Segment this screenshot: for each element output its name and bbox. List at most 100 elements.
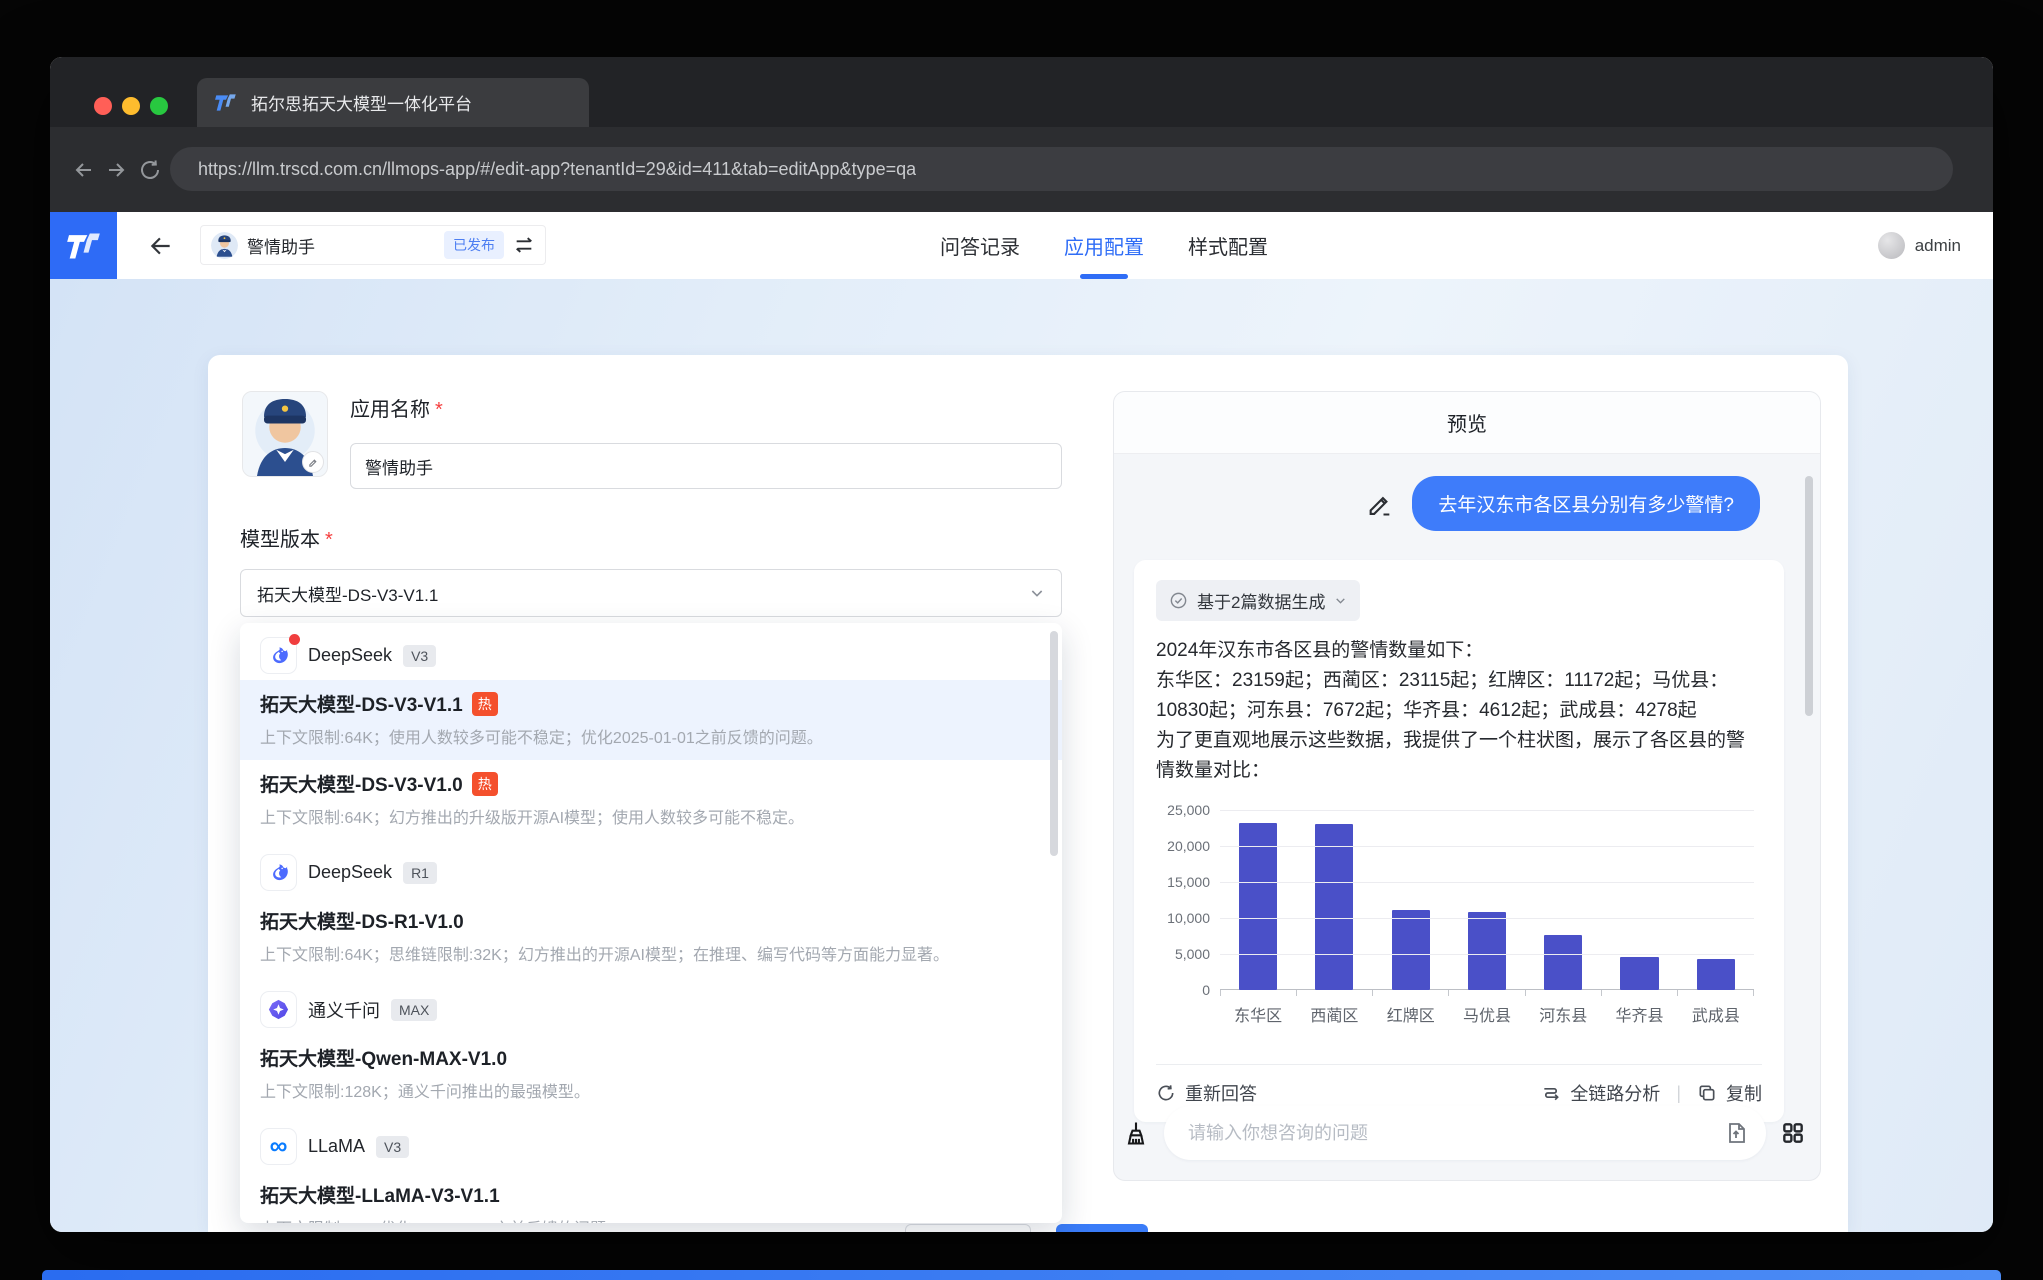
chart-gridline bbox=[1220, 954, 1754, 955]
check-circle-icon bbox=[1169, 591, 1188, 610]
chart-bar bbox=[1620, 957, 1658, 990]
model-option-desc: 上下文限制:128K；通义千问推出的最强模型。 bbox=[260, 1078, 1042, 1102]
chart-x-label: 西蔺区 bbox=[1296, 1002, 1372, 1026]
trs-logo-icon bbox=[64, 226, 104, 266]
bar-chart: 05,00010,00015,00020,00025,000 东华区西蔺区红牌区… bbox=[1156, 798, 1762, 1048]
copy-button[interactable]: 复制 bbox=[1697, 1080, 1762, 1106]
chart-x-label: 华齐县 bbox=[1601, 1002, 1677, 1026]
source-chip-label: 基于2篇数据生成 bbox=[1197, 588, 1325, 613]
dropdown-scrollbar[interactable] bbox=[1050, 631, 1058, 856]
model-provider-group: ∞LLaMAV3 bbox=[240, 1114, 1062, 1171]
provider-version-badge: V3 bbox=[403, 645, 436, 667]
deepseek-logo-icon bbox=[260, 637, 297, 674]
chart-plot-area bbox=[1220, 810, 1754, 990]
browser-tab[interactable]: 拓尔思拓天大模型一体化平台 bbox=[197, 78, 589, 127]
police-avatar-icon bbox=[211, 232, 238, 259]
user-menu[interactable]: admin bbox=[1878, 212, 1961, 279]
regenerate-button[interactable]: 重新回答 bbox=[1156, 1080, 1257, 1106]
edit-message-icon[interactable] bbox=[1366, 490, 1394, 518]
model-option-title: 拓天大模型-DS-V3-V1.0热 bbox=[260, 770, 1042, 797]
hot-badge: 热 bbox=[472, 772, 498, 796]
required-asterisk: * bbox=[325, 529, 333, 551]
chart-x-axis-labels: 东华区西蔺区红牌区马优县河东县华齐县武成县 bbox=[1220, 1002, 1754, 1026]
chart-axis-ticks bbox=[1220, 990, 1754, 996]
provider-version-badge: V3 bbox=[376, 1136, 409, 1158]
address-bar[interactable]: https://llm.trscd.com.cn/llmops-app/#/ed… bbox=[170, 147, 1953, 191]
reload-icon[interactable] bbox=[138, 158, 162, 182]
model-option[interactable]: 拓天大模型-DS-V3-V1.0热上下文限制:64K；幻方推出的升级版开源AI模… bbox=[240, 760, 1062, 840]
favicon-trs-logo bbox=[213, 90, 239, 116]
unpublish-button[interactable]: 撤销发布 bbox=[905, 1224, 1031, 1232]
answer-text: 2024年汉东市各区县的警情数量如下： 东华区：23159起；西蔺区：23115… bbox=[1156, 636, 1762, 786]
model-provider-group: 通义千问 MAX bbox=[240, 977, 1062, 1034]
required-asterisk: * bbox=[435, 399, 443, 421]
browser-tab-title: 拓尔思拓天大模型一体化平台 bbox=[251, 90, 472, 115]
chat-input[interactable] bbox=[1188, 1123, 1724, 1144]
provider-version-badge: MAX bbox=[391, 999, 437, 1021]
chat-input-pill bbox=[1164, 1106, 1766, 1160]
source-chip[interactable]: 基于2篇数据生成 bbox=[1156, 580, 1360, 621]
model-select-value: 拓天大模型-DS-V3-V1.1 bbox=[257, 581, 1029, 606]
switch-app-icon[interactable] bbox=[513, 234, 535, 256]
close-window-button[interactable] bbox=[94, 97, 112, 115]
edit-avatar-icon[interactable] bbox=[302, 451, 324, 473]
app-avatar-uploader[interactable] bbox=[242, 391, 328, 477]
app-info-pill[interactable]: 警情助手 已发布 bbox=[200, 225, 546, 265]
copy-icon bbox=[1697, 1083, 1717, 1103]
trace-analysis-button[interactable]: 全链路分析 bbox=[1541, 1080, 1660, 1106]
chevron-down-icon bbox=[1029, 585, 1045, 601]
model-option-desc: 上下文限制:64K；幻方推出的升级版开源AI模型；使用人数较多可能不稳定。 bbox=[260, 804, 1042, 828]
provider-name: DeepSeek bbox=[308, 645, 392, 666]
chart-x-label: 武成县 bbox=[1678, 1002, 1754, 1026]
status-badge: 已发布 bbox=[444, 231, 504, 259]
clear-context-icon[interactable] bbox=[1122, 1119, 1150, 1147]
model-option[interactable]: 拓天大模型-DS-R1-V1.0上下文限制:64K；思维链限制:32K；幻方推出… bbox=[240, 897, 1062, 977]
platform-logo[interactable] bbox=[50, 212, 117, 279]
chat-scrollbar[interactable] bbox=[1805, 476, 1813, 716]
chart-bar bbox=[1239, 823, 1277, 990]
model-version-label: 模型版本* bbox=[240, 523, 333, 552]
model-version-select[interactable]: 拓天大模型-DS-V3-V1.1 bbox=[240, 569, 1062, 617]
tab-qa-records[interactable]: 问答记录 bbox=[940, 212, 1020, 279]
tab-style-config[interactable]: 样式配置 bbox=[1188, 212, 1268, 279]
notification-dot bbox=[289, 634, 300, 645]
chart-gridline bbox=[1220, 882, 1754, 883]
provider-name: 通义千问 bbox=[308, 997, 380, 1023]
back-icon[interactable] bbox=[72, 158, 96, 182]
user-avatar bbox=[1878, 232, 1905, 259]
fullscreen-window-button[interactable] bbox=[150, 97, 168, 115]
minimize-window-button[interactable] bbox=[122, 97, 140, 115]
refresh-icon bbox=[1156, 1083, 1176, 1103]
app-navbar: 警情助手 已发布 问答记录 应用配置 样式配置 admin bbox=[50, 212, 1993, 279]
model-option[interactable]: 拓天大模型-LLaMA-V3-V1.1上下文限制:8K；优化2024-12-25… bbox=[240, 1171, 1062, 1223]
config-tabs: 问答记录 应用配置 样式配置 bbox=[940, 212, 1268, 279]
url-text: https://llm.trscd.com.cn/llmops-app/#/ed… bbox=[198, 159, 916, 180]
apps-grid-icon[interactable] bbox=[1780, 1120, 1806, 1146]
trace-icon bbox=[1541, 1083, 1561, 1103]
model-dropdown: DeepSeek V3 拓天大模型-DS-V3-V1.1热上下文限制:64K；使用人… bbox=[240, 623, 1062, 1223]
model-option-desc: 上下文限制:64K；使用人数较多可能不稳定；优化2025-01-01之前反馈的问… bbox=[260, 724, 1042, 748]
forward-icon[interactable] bbox=[104, 158, 128, 182]
browser-toolbar: https://llm.trscd.com.cn/llmops-app/#/ed… bbox=[50, 127, 1993, 212]
save-button[interactable]: 保 存 bbox=[1056, 1224, 1148, 1232]
model-option-title: 拓天大模型-LLaMA-V3-V1.1 bbox=[260, 1181, 1042, 1208]
user-message-row: 去年汉东市各区县分别有多少警情? bbox=[1366, 476, 1760, 531]
chart-x-label: 马优县 bbox=[1449, 1002, 1525, 1026]
chart-bar bbox=[1315, 824, 1353, 990]
model-provider-group: DeepSeek V3 bbox=[240, 623, 1062, 680]
preview-title: 预览 bbox=[1114, 392, 1820, 454]
model-option[interactable]: 拓天大模型-DS-V3-V1.1热上下文限制:64K；使用人数较多可能不稳定；优… bbox=[240, 680, 1062, 760]
assistant-message-card: 基于2篇数据生成 2024年汉东市各区县的警情数量如下： 东华区：23159起；… bbox=[1134, 560, 1784, 1122]
chart-bar bbox=[1697, 959, 1735, 990]
app-name-input[interactable] bbox=[350, 443, 1062, 489]
desktop-accent-strip bbox=[42, 1270, 2001, 1280]
tab-app-config[interactable]: 应用配置 bbox=[1064, 212, 1144, 279]
chart-bar bbox=[1468, 912, 1506, 990]
back-to-list-icon[interactable] bbox=[148, 233, 174, 259]
provider-version-badge: R1 bbox=[403, 862, 437, 884]
llama-logo-icon: ∞ bbox=[260, 1128, 297, 1165]
upload-file-icon[interactable] bbox=[1724, 1121, 1748, 1145]
model-option[interactable]: 拓天大模型-Qwen-MAX-V1.0上下文限制:128K；通义千问推出的最强模… bbox=[240, 1034, 1062, 1114]
qwen-logo-icon bbox=[260, 991, 297, 1028]
chart-x-label: 东华区 bbox=[1220, 1002, 1296, 1026]
